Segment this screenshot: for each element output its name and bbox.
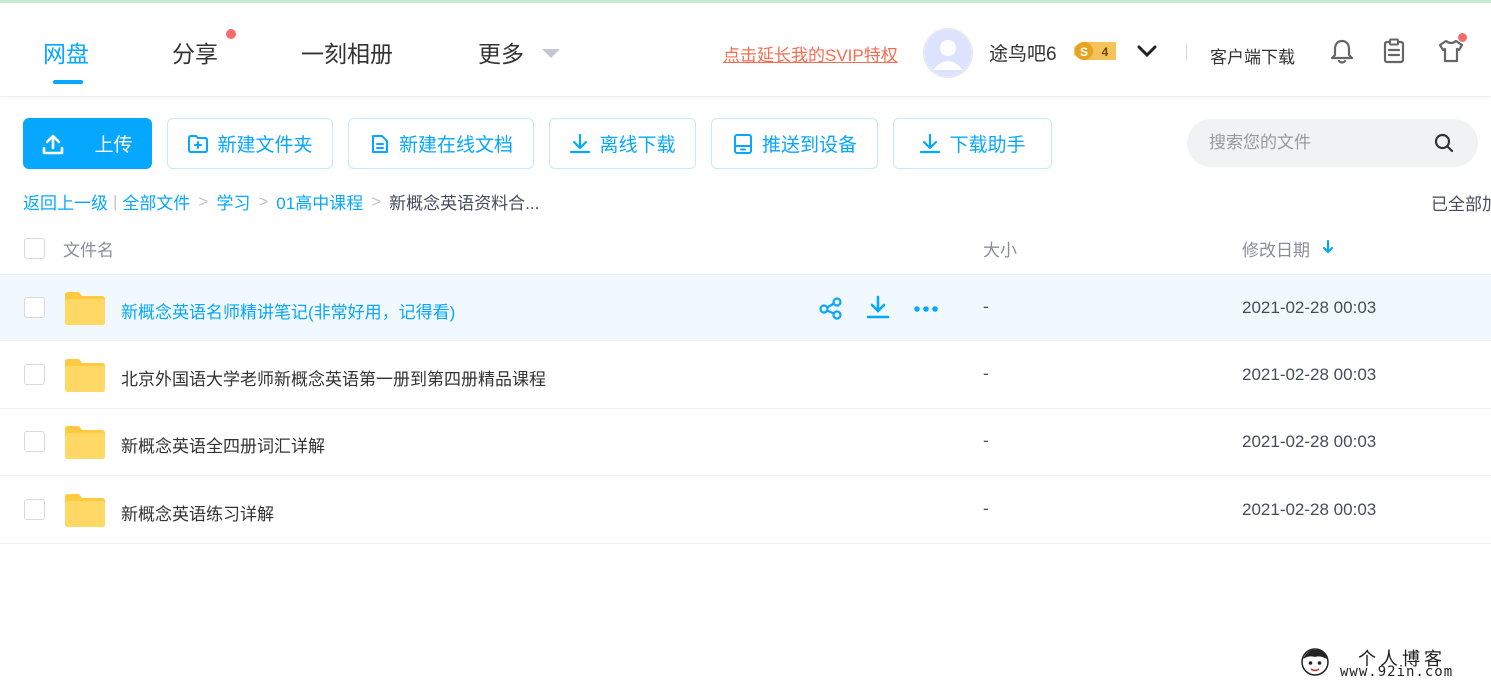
- offline-download-button[interactable]: 离线下载: [549, 118, 696, 169]
- upload-icon: [43, 134, 64, 154]
- search-input[interactable]: [1209, 133, 1429, 153]
- chevron-down-icon[interactable]: [1136, 41, 1158, 61]
- file-name[interactable]: 北京外国语大学老师新概念英语第一册到第四册精品课程: [121, 365, 546, 390]
- sort-descending-icon[interactable]: [1321, 239, 1335, 255]
- watermark-url: www.92in.com: [1340, 664, 1454, 680]
- file-date: 2021-02-28 00:03: [1242, 432, 1377, 451]
- row-checkbox[interactable]: [24, 364, 45, 385]
- breadcrumb: 返回上一级 | 全部文件 > 学习 > 01高中课程 > 新概念英语资料合...: [23, 189, 539, 214]
- avatar[interactable]: [923, 28, 973, 78]
- download-icon[interactable]: [865, 295, 891, 321]
- new-online-doc-label: 新建在线文档: [398, 135, 513, 156]
- breadcrumb-separator: >: [198, 191, 209, 211]
- table-row[interactable]: 新概念英语全四册词汇详解 - 2021-02-28 00:03: [0, 409, 1491, 476]
- client-download-link[interactable]: 客户端下载: [1210, 43, 1295, 68]
- file-size: -: [983, 431, 989, 450]
- file-date: 2021-02-28 00:03: [1242, 365, 1377, 384]
- svg-text:S: S: [1080, 45, 1088, 59]
- folder-icon: [65, 426, 105, 459]
- folder-icon: [65, 494, 105, 527]
- caret-down-icon[interactable]: [542, 49, 560, 58]
- top-header: 网盘 分享 一刻相册 更多 点击延长我的SVIP特权 途鸟吧6 S 4 客户端下…: [0, 3, 1491, 97]
- active-tab-indicator: [53, 80, 83, 84]
- row-checkbox[interactable]: [24, 499, 45, 520]
- new-folder-button[interactable]: 新建文件夹: [167, 118, 333, 169]
- upload-button-label: 上传: [94, 135, 133, 156]
- document-icon: [371, 134, 388, 153]
- clipboard-icon[interactable]: [1380, 37, 1408, 65]
- column-header-name[interactable]: 文件名: [63, 236, 114, 261]
- file-date: 2021-02-28 00:03: [1242, 500, 1377, 519]
- new-folder-label: 新建文件夹: [217, 135, 313, 156]
- download-icon: [920, 133, 941, 153]
- tab-share[interactable]: 分享: [172, 35, 218, 69]
- file-name[interactable]: 新概念英语全四册词汇详解: [121, 432, 325, 457]
- select-all-checkbox[interactable]: [24, 238, 45, 259]
- file-size: -: [983, 297, 989, 316]
- breadcrumb-current: 新概念英语资料合...: [389, 194, 540, 213]
- file-date: 2021-02-28 00:03: [1242, 298, 1377, 317]
- cartoon-face-icon: [1301, 648, 1329, 676]
- file-size: -: [983, 499, 989, 518]
- blog-watermark: 个人博客 www.92in.com: [1300, 645, 1485, 683]
- row-checkbox[interactable]: [24, 297, 45, 318]
- load-status-text: 已全部加载: [1431, 195, 1491, 214]
- breadcrumb-highschool[interactable]: 01高中课程: [276, 189, 363, 214]
- breadcrumb-back-link[interactable]: 返回上一级: [23, 189, 108, 214]
- download-helper-label: 下载助手: [949, 135, 1026, 156]
- header-divider: [1186, 43, 1187, 61]
- file-name[interactable]: 新概念英语名师精讲笔记(非常好用，记得看): [121, 298, 455, 323]
- folder-add-icon: [188, 134, 209, 153]
- tab-moment-album[interactable]: 一刻相册: [301, 35, 393, 69]
- folder-icon: [65, 292, 105, 325]
- svip-extend-link[interactable]: 点击延长我的SVIP特权: [723, 41, 898, 66]
- breadcrumb-study[interactable]: 学习: [216, 189, 250, 214]
- column-header-date[interactable]: 修改日期: [1242, 236, 1310, 261]
- share-notification-dot: [226, 29, 236, 39]
- table-row[interactable]: 新概念英语练习详解 - 2021-02-28 00:03: [0, 477, 1491, 544]
- breadcrumb-separator: >: [258, 191, 269, 211]
- skin-notification-dot: [1458, 33, 1467, 42]
- breadcrumb-divider: |: [113, 191, 118, 211]
- table-row[interactable]: 北京外国语大学老师新概念英语第一册到第四册精品课程 - 2021-02-28 0…: [0, 342, 1491, 409]
- row-checkbox[interactable]: [24, 431, 45, 452]
- push-to-device-button[interactable]: 推送到设备: [711, 118, 878, 169]
- new-online-doc-button[interactable]: 新建在线文档: [348, 118, 534, 169]
- search-box: [1187, 119, 1478, 167]
- breadcrumb-all-files[interactable]: 全部文件: [122, 189, 190, 214]
- file-name[interactable]: 新概念英语练习详解: [121, 500, 274, 525]
- share-icon[interactable]: [818, 295, 844, 321]
- search-icon[interactable]: [1433, 132, 1455, 154]
- tab-more[interactable]: 更多: [478, 35, 524, 69]
- folder-icon: [65, 359, 105, 392]
- svip-badge-icon[interactable]: S 4: [1070, 39, 1120, 65]
- download-icon: [570, 133, 591, 153]
- tab-netdisk[interactable]: 网盘: [43, 35, 89, 69]
- device-icon: [733, 133, 752, 154]
- upload-button[interactable]: 上传: [23, 118, 152, 169]
- more-options-icon[interactable]: [913, 295, 939, 321]
- offline-download-label: 离线下载: [599, 135, 676, 156]
- download-helper-button[interactable]: 下载助手: [893, 118, 1052, 169]
- column-header-size[interactable]: 大小: [983, 236, 1017, 261]
- svg-text:4: 4: [1102, 45, 1109, 59]
- bell-icon[interactable]: [1328, 37, 1356, 65]
- push-to-device-label: 推送到设备: [761, 135, 857, 156]
- breadcrumb-separator: >: [371, 191, 382, 211]
- file-size: -: [983, 364, 989, 383]
- username[interactable]: 途鸟吧6: [989, 39, 1057, 66]
- table-row[interactable]: 新概念英语名师精讲笔记(非常好用，记得看) - 2021-02-28 00:03: [0, 274, 1491, 341]
- user-avatar-icon: [925, 30, 971, 76]
